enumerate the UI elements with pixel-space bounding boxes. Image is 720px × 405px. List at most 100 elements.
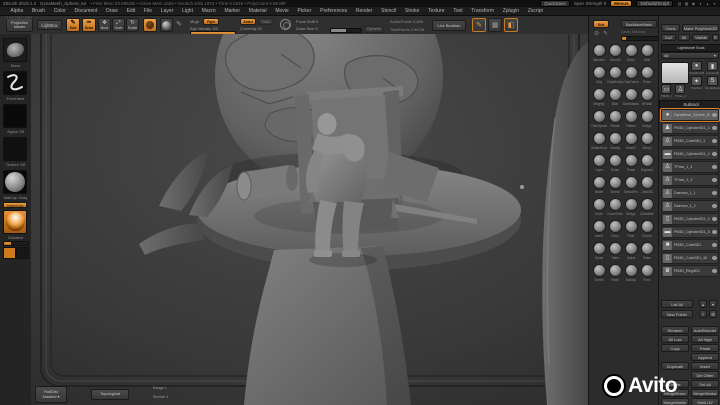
visibility-eye-icon[interactable] [712,243,717,247]
subtool-action-button-right[interactable]: AutoReorder [691,326,719,334]
menu-item[interactable]: Layer [156,8,177,14]
menu-item[interactable]: Stroke [401,8,424,14]
brush-thumbnail[interactable]: Form [639,264,655,286]
zsub-toggle[interactable]: Zsub [258,18,274,25]
gradient-slider[interactable] [3,241,29,246]
subtool-action-button-right[interactable]: All High [691,335,719,343]
menu-item[interactable]: Transform [467,8,498,14]
titlebar-icon[interactable]: ▾ [712,1,717,6]
subtool-action-button-left[interactable]: Copy [661,344,689,352]
subtool-row[interactable]: ♛ PM3D_Ring3D1 [661,265,719,277]
tool-thumbnail[interactable]: ● PolyMesh3D [689,61,704,76]
live-boolean-button[interactable]: Live Boolean [432,19,466,31]
titlebar-icon[interactable]: ▤ [677,1,682,6]
rotate-mode-button[interactable]: ↻ Rotate [126,18,139,32]
grid-icon[interactable]: ▦ [488,18,502,32]
menu-item[interactable]: Zplugin [498,8,523,14]
brush-thumbnail[interactable]: Bridge [623,198,639,220]
mrgb-toggle[interactable]: Mrgb [190,19,199,24]
tool-thumbnail[interactable]: ✦ PolyStar [689,76,704,91]
make-polymesh3d-button[interactable]: Make PolyMesh3D [682,24,719,32]
brush-thumbnail[interactable]: ClayTubes [623,66,639,88]
brush-thumbnail[interactable]: CurveTube [607,198,623,220]
brush-thumbnail[interactable]: Pump [623,154,639,176]
brush-thumbnail[interactable]: Insert [591,220,607,242]
current-stroke-thumbnail[interactable] [3,71,27,95]
draw-mode-button[interactable]: ✑ Draw [82,18,96,32]
menu-item[interactable]: Brush [28,8,50,14]
visibility-eye-icon[interactable] [712,204,717,208]
brush-thumbnail[interactable]: SnakeHook [591,132,607,154]
subtool-row[interactable]: ▯ PM3D_Cube3D1_40 [661,252,719,264]
visibility-eye-icon[interactable] [712,152,717,156]
brush-thumbnail[interactable]: Spiral [623,242,639,264]
brush-thumbnail[interactable]: Blob [607,88,623,110]
brush-thumbnail[interactable]: Chisel3D [639,176,655,198]
backface-mask-button[interactable]: BackfaceMask [621,20,657,28]
visibility-eye-icon[interactable] [712,191,717,195]
titlebar-icon[interactable]: ♦ [698,1,703,6]
topological-toggle[interactable]: Topological [91,389,129,400]
menu-item[interactable]: Macro [197,8,220,14]
visibility-eye-icon[interactable] [712,230,717,234]
current-material-thumbnail[interactable] [3,170,27,194]
brush-thumbnail[interactable]: Rake [639,242,655,264]
menu-item[interactable]: File [140,8,157,14]
subtool-row[interactable]: ♙ TPose_1_4 [661,161,719,173]
brush-thumbnail[interactable]: Standard [591,44,607,66]
brush-thumbnail[interactable]: Buildup [623,264,639,286]
brush-thumbnail[interactable]: Smear [607,176,623,198]
titlebar-icon[interactable]: ▴ [705,1,710,6]
goz-visible-button[interactable]: Visible [692,34,710,41]
brush-thumbnail[interactable]: SketchPro [623,176,639,198]
menu-item[interactable]: Draw [102,8,122,14]
menu-item[interactable]: Movie [271,8,293,14]
sculptris-pro-icon[interactable]: ✎ [472,18,486,32]
cavity-masking-slider[interactable] [621,36,659,41]
visibility-eye-icon[interactable] [712,178,717,182]
subtool-section-header[interactable]: Subtool [659,100,720,109]
menu-item[interactable]: Picker [293,8,316,14]
menus-toggle-button[interactable]: Menus [610,0,633,7]
paintbrush-icon[interactable]: ✎ [176,20,182,28]
default-zscript-button[interactable]: DefaultZScript [636,0,673,7]
menu-item[interactable]: Color [49,8,70,14]
visibility-eye-icon[interactable] [712,256,717,260]
subtool-row[interactable]: ♙ Daemon_1_2 [661,200,719,212]
titlebar-icon[interactable]: ◉ [691,1,696,6]
quicksave-button[interactable]: QuickSave [540,0,570,7]
tool-thumbnail[interactable]: S SimpleBrush [705,76,720,91]
polyframe-icon[interactable]: ◧ [504,18,518,32]
subtool-row[interactable]: ♙ PM3D_Cube3D1_1 [661,135,719,147]
menu-item[interactable]: Alpha [6,8,28,14]
mask-circle-icon[interactable]: ⊘ [594,31,599,37]
subtool-row[interactable]: ● DynaMesh_Sphere_64 [660,108,720,122]
recent-tool-thumbnail[interactable]: ▭ PM3D_1 [661,84,672,98]
brush-thumbnail[interactable]: Noise [607,154,623,176]
current-brush-thumbnail[interactable] [3,38,27,62]
brush-thumbnail[interactable]: Deco [607,220,623,242]
brush-thumbnail[interactable]: Nudge [639,110,655,132]
dynamic-toggle[interactable]: Dynamic [364,25,384,33]
brush-thumbnail[interactable]: Groom [639,220,655,242]
brush-thumbnail[interactable]: Magnify [591,88,607,110]
current-alpha-thumbnail[interactable] [3,104,27,128]
main-color-swatch[interactable] [3,247,16,259]
clone-button[interactable]: Clone [661,24,680,32]
brush-thumbnail[interactable]: Twist [607,242,623,264]
brush-thumbnail[interactable]: Morph [639,132,655,154]
menu-item[interactable]: Preferences [316,8,352,14]
brush-thumbnail[interactable]: ZModeler [639,198,655,220]
brush-thumbnail[interactable]: DamStandard [623,88,639,110]
edit-mode-button[interactable]: ✎ Edit [66,18,80,32]
goz-all-button[interactable]: All [678,34,690,41]
quick-pick-dropdown[interactable]: All ▾ [661,52,719,59]
current-brush-chip[interactable]: Std [593,20,609,28]
menu-item[interactable]: Material [244,8,271,14]
subtool-row[interactable]: ▬ PM3D_Cylinder3D1_2 [661,148,719,160]
lightbox-button[interactable]: LightBox [37,20,62,30]
help-button[interactable]: ? [699,310,707,318]
material-sphere-icon[interactable] [160,18,173,32]
menu-item[interactable]: Tool [449,8,467,14]
subtool-row[interactable]: ▬ PM3D_Cylinder3D1_5 [661,226,719,238]
